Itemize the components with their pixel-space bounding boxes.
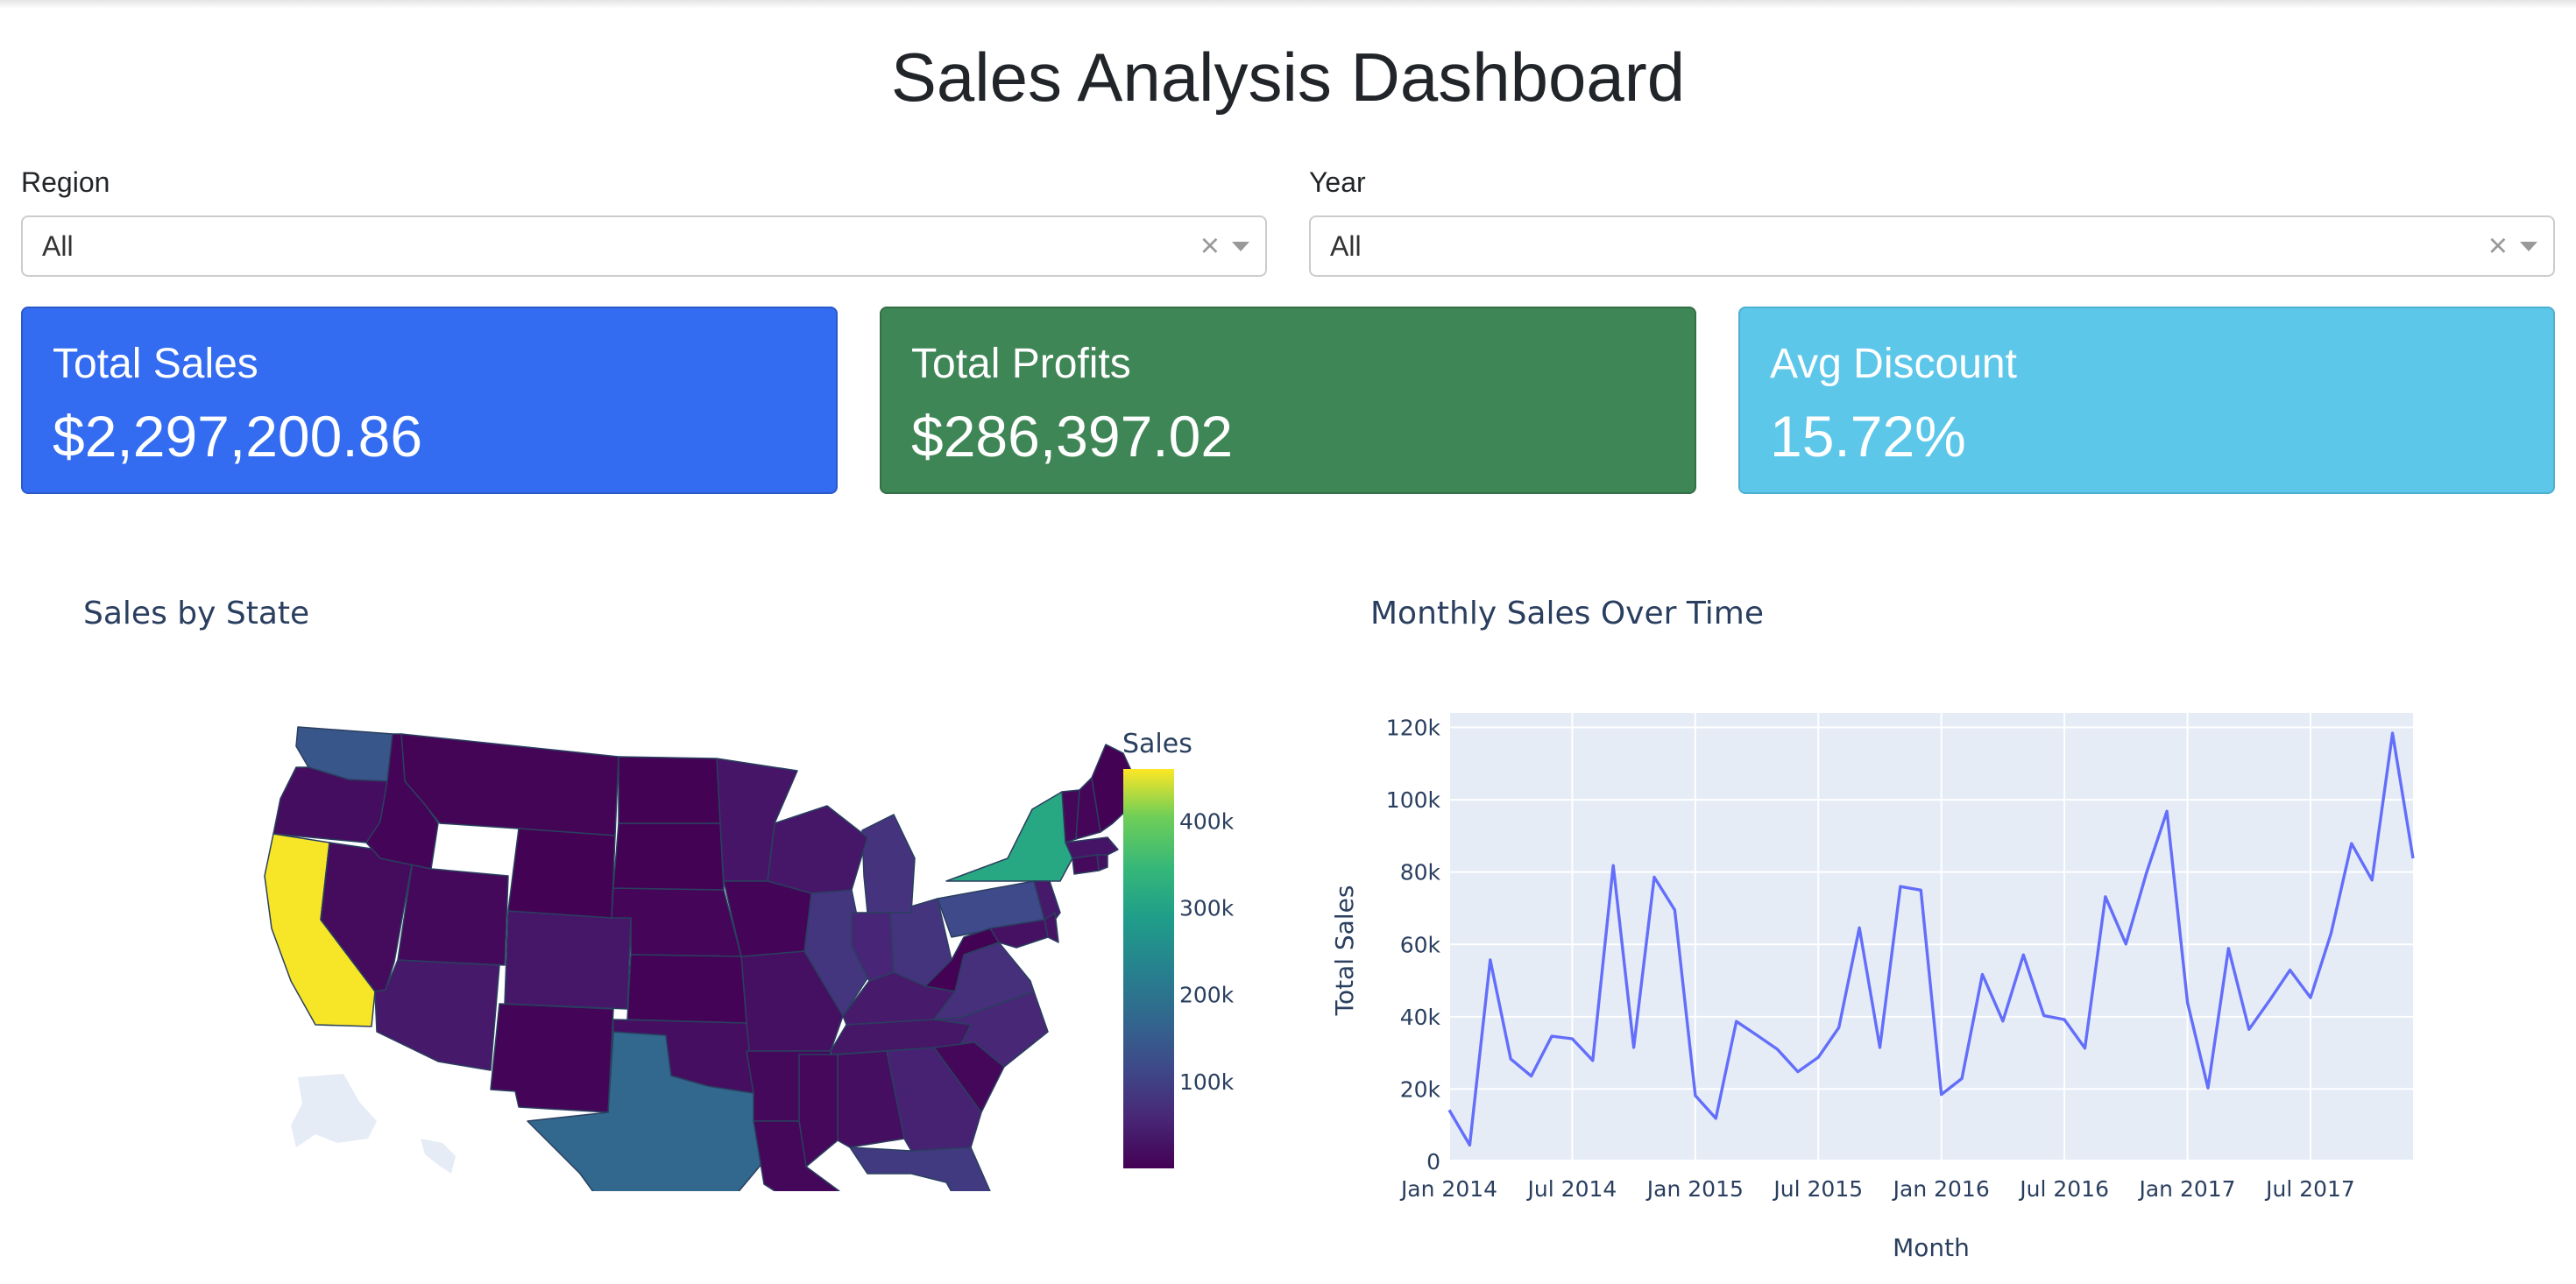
state-michigan[interactable] <box>861 814 916 914</box>
colorbar <box>1123 769 1174 1168</box>
x-tick-label: Jul 2014 <box>1526 1176 1617 1202</box>
colorbar-tick-label: 100k <box>1179 1069 1235 1095</box>
alaska-hawaii-outline <box>291 1074 456 1174</box>
x-tick-label: Jan 2017 <box>2137 1176 2235 1202</box>
region-dropdown-value: All <box>42 230 74 262</box>
x-tick-label: Jan 2016 <box>1892 1176 1990 1202</box>
year-dropdown[interactable]: All × <box>1309 215 2555 277</box>
state-new-york[interactable] <box>945 791 1073 882</box>
colorbar-tick-label: 300k <box>1179 896 1235 921</box>
avg-discount-title: Avg Discount <box>1770 341 2017 387</box>
page-title: Sales Analysis Dashboard <box>890 39 1686 116</box>
y-axis-title: Total Sales <box>1330 885 1359 1017</box>
state-kansas[interactable] <box>626 954 747 1024</box>
avg-discount-value: 15.72% <box>1770 404 1966 469</box>
x-tick-label: Jul 2015 <box>1772 1176 1863 1202</box>
avg-discount-card: Avg Discount 15.72% <box>1738 307 2555 494</box>
year-label: Year <box>1309 166 1366 198</box>
state-arizona[interactable] <box>374 959 500 1071</box>
total-profits-title: Total Profits <box>911 341 1131 387</box>
region-dropdown[interactable]: All × <box>21 215 1267 277</box>
top-shadow <box>0 0 2576 9</box>
x-tick-label: Jul 2017 <box>2264 1176 2355 1202</box>
map-chart-title: Sales by State <box>83 596 310 631</box>
region-clear-icon[interactable]: × <box>1200 217 1220 275</box>
state-wisconsin[interactable] <box>767 805 868 894</box>
plot-background <box>1449 713 2413 1161</box>
line-chart-title: Monthly Sales Over Time <box>1370 596 1764 631</box>
state-south-dakota[interactable] <box>612 822 725 891</box>
x-tick-label: Jul 2016 <box>2018 1176 2109 1202</box>
y-tick-label: 60k <box>1400 932 1441 957</box>
total-sales-value: $2,297,200.86 <box>53 404 423 469</box>
state-mississippi[interactable] <box>798 1054 839 1168</box>
state-connecticut[interactable] <box>1072 854 1100 875</box>
total-profits-value: $286,397.02 <box>911 404 1234 469</box>
y-tick-label: 40k <box>1400 1005 1441 1030</box>
colorbar-title: Sales <box>1122 729 1192 759</box>
monthly-sales-line-chart[interactable]: 0 20k 40k 60k 80k 100k 120k Jan 2014 Jul 2014 Jan… <box>1288 683 2576 1284</box>
year-dropdown-value: All <box>1330 230 1362 262</box>
y-tick-label: 120k <box>1386 716 1441 741</box>
state-colorado[interactable] <box>504 910 632 1010</box>
sales-by-state-map[interactable]: Sales 100k 200k 300k 400k <box>0 683 1288 1191</box>
state-new-mexico[interactable] <box>490 1003 614 1113</box>
y-tick-label: 100k <box>1386 787 1441 813</box>
colorbar-tick-label: 400k <box>1179 808 1235 834</box>
state-florida[interactable] <box>849 1146 1008 1191</box>
y-tick-label: 20k <box>1400 1076 1441 1102</box>
y-tick-label: 80k <box>1400 860 1441 885</box>
state-wyoming[interactable] <box>507 828 616 919</box>
colorbar-tick-label: 200k <box>1179 983 1235 1008</box>
total-profits-card: Total Profits $286,397.02 <box>880 307 1696 494</box>
region-chevron-down-icon[interactable] <box>1232 242 1249 251</box>
total-sales-title: Total Sales <box>53 341 258 387</box>
x-axis-title: Month <box>1893 1233 1970 1262</box>
year-clear-icon[interactable]: × <box>2488 217 2508 275</box>
x-tick-label: Jan 2015 <box>1645 1176 1744 1202</box>
year-chevron-down-icon[interactable] <box>2520 242 2537 251</box>
state-utah[interactable] <box>397 854 509 966</box>
region-label: Region <box>21 166 110 198</box>
y-tick-label: 0 <box>1426 1149 1440 1175</box>
x-tick-label: Jan 2014 <box>1399 1176 1497 1202</box>
state-north-dakota[interactable] <box>618 756 721 824</box>
state-nebraska[interactable] <box>611 887 742 957</box>
total-sales-card: Total Sales $2,297,200.86 <box>21 307 838 494</box>
